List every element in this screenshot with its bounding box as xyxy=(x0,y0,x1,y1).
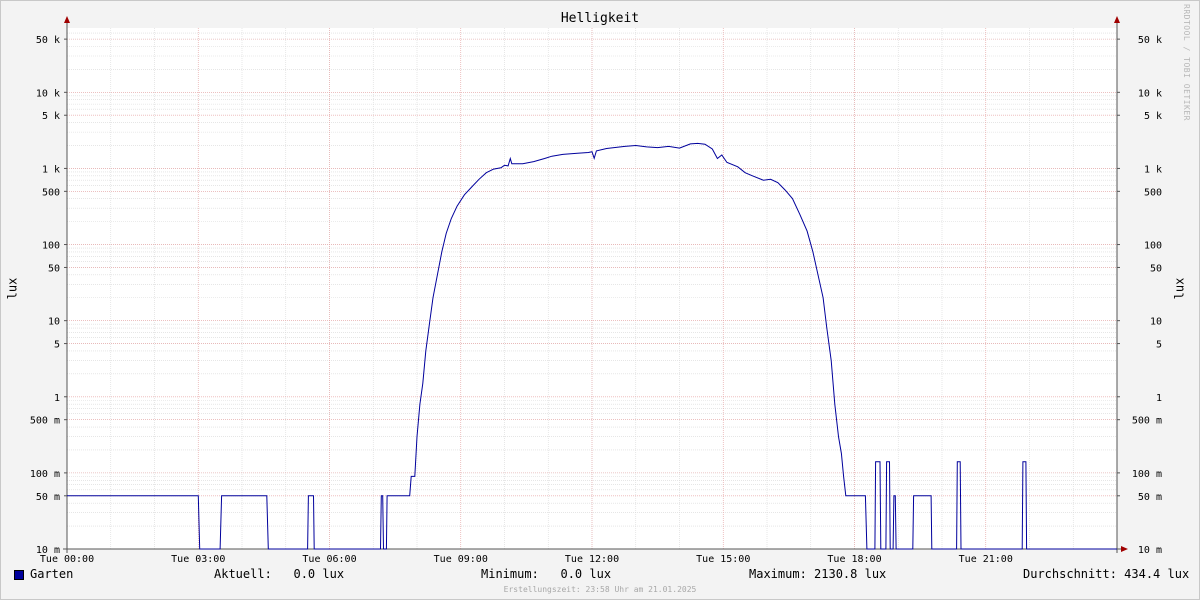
y-tick-label-left: 10 m xyxy=(36,545,60,556)
x-axis-arrow xyxy=(1121,546,1128,552)
y-axis-arrow-left xyxy=(64,16,70,23)
legend-average: Durchschnitt: 434.4 lux xyxy=(1023,567,1190,581)
y-tick-label-right: 500 m xyxy=(1132,416,1162,427)
y-tick-label-left: 10 k xyxy=(36,88,60,99)
y-tick-label-right: 1 xyxy=(1156,393,1162,404)
y-tick-label-right: 500 xyxy=(1144,187,1162,198)
y-tick-label-left: 1 xyxy=(54,393,60,404)
y-tick-label-right: 5 xyxy=(1156,340,1162,351)
y-tick-label-left: 50 xyxy=(48,263,60,274)
y-tick-label-left: 500 xyxy=(42,187,60,198)
x-tick-label: Tue 21:00 xyxy=(959,554,1013,565)
y-tick-label-left: 100 m xyxy=(30,469,60,480)
y-tick-label-left: 1 k xyxy=(42,164,60,175)
y-tick-label-right: 10 m xyxy=(1138,545,1162,556)
legend-minimum: Minimum: 0.0 lux xyxy=(481,567,612,581)
creation-time-footer: Erstellungszeit: 23:58 Uhr am 21.01.2025 xyxy=(503,585,697,594)
y-tick-label-left: 50 k xyxy=(36,35,60,46)
legend-bar: Garten Aktuell: 0.0 lux Minimum: 0.0 lux… xyxy=(0,567,1200,583)
legend-current: Aktuell: 0.0 lux xyxy=(214,567,345,581)
y-tick-label-right: 5 k xyxy=(1144,111,1162,122)
y-axis-arrow-right xyxy=(1114,16,1120,23)
y-tick-label-right: 50 xyxy=(1150,263,1162,274)
y-tick-label-left: 5 xyxy=(54,340,60,351)
y-tick-label-left: 100 xyxy=(42,241,60,252)
y-tick-label-right: 10 k xyxy=(1138,88,1162,99)
y-axis-label-right: lux xyxy=(1173,278,1187,300)
x-tick-label: Tue 06:00 xyxy=(302,554,356,565)
x-tick-label: Tue 15:00 xyxy=(696,554,750,565)
y-tick-label-left: 5 k xyxy=(42,111,60,122)
y-tick-label-right: 50 k xyxy=(1138,35,1162,46)
x-tick-label: Tue 09:00 xyxy=(434,554,488,565)
chart-svg: Tue 00:00 Tue 03:00 Tue 06:00 Tue 09:00 Tue … xyxy=(6,16,1187,565)
y-tick-label-right: 1 k xyxy=(1144,164,1162,175)
y-tick-label-right: 50 m xyxy=(1138,492,1162,503)
x-tick-label: Tue 18:00 xyxy=(827,554,881,565)
y-tick-label-left: 10 xyxy=(48,317,60,328)
y-tick-label-left: 500 m xyxy=(30,416,60,427)
y-tick-label-left: 50 m xyxy=(36,492,60,503)
y-tick-label-right: 10 xyxy=(1150,317,1162,328)
y-axis-label-left: lux xyxy=(6,278,20,300)
legend-swatch-garten xyxy=(14,570,24,580)
legend-series-name: Garten xyxy=(30,567,74,581)
x-tick-label: Tue 03:00 xyxy=(171,554,225,565)
x-tick-label: Tue 12:00 xyxy=(565,554,619,565)
y-tick-label-right: 100 m xyxy=(1132,469,1162,480)
legend-maximum: Maximum: 2130.8 lux xyxy=(749,567,887,581)
y-tick-label-right: 100 xyxy=(1144,241,1162,252)
